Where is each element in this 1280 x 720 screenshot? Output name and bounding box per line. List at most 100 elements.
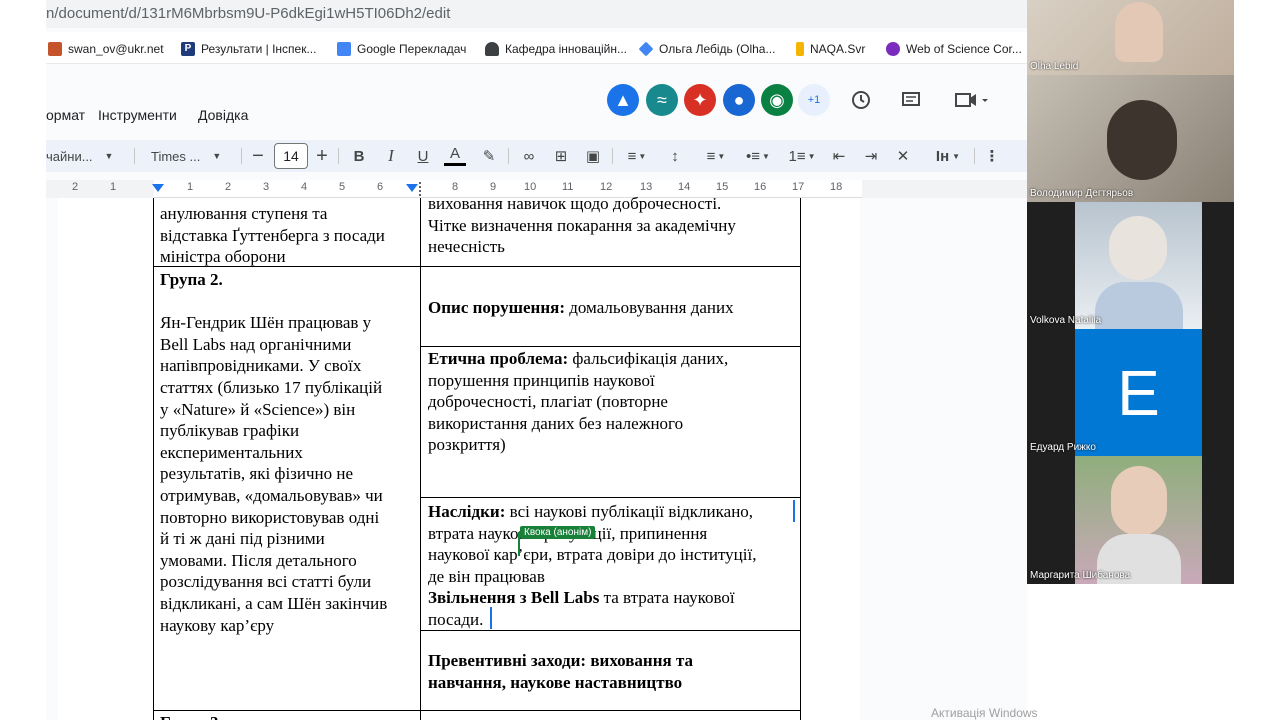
bookmark-1[interactable]: swan_ov@ukr.net xyxy=(48,40,164,58)
clear-formatting-icon[interactable]: ✕ xyxy=(892,144,914,168)
decrease-font-size-button[interactable]: − xyxy=(248,144,268,168)
dismissal-label: Звільнення з Bell Labs xyxy=(428,588,600,608)
text-line: відставка Ґуттенберга з посади xyxy=(160,225,385,245)
bookmark-3[interactable]: Google Перекладач xyxy=(337,40,466,58)
bold-button[interactable]: B xyxy=(348,144,370,168)
crow-icon[interactable]: ✦ xyxy=(684,84,716,116)
comment-icon[interactable] xyxy=(897,86,925,114)
bookmark-label: Web of Science Cor... xyxy=(906,42,1022,56)
penguin-icon[interactable]: ▲ xyxy=(607,84,639,116)
highlight-icon[interactable]: ✎ xyxy=(478,144,500,168)
address-bar[interactable]: n/document/d/131rM6Mbrbsm9U-P6dkEgi1wH5T… xyxy=(46,0,1027,28)
meet-icon[interactable] xyxy=(952,86,992,114)
more-options-icon[interactable]: ⋮ xyxy=(982,144,1002,168)
ruler-number: 9 xyxy=(490,181,497,193)
text-line: міністра оборони xyxy=(160,247,286,267)
text-line: виховання навичок щодо доброчесності. xyxy=(428,194,722,213)
document-canvas[interactable]: анулювання ступеня та відставка Ґуттенбе… xyxy=(46,194,1027,720)
history-icon[interactable] xyxy=(847,86,875,114)
more-collaborators-badge[interactable]: +1 xyxy=(798,84,830,116)
bookmark-7[interactable]: Web of Science Cor... xyxy=(886,40,1022,58)
table-cell-group-2[interactable]: Група 2. Ян-Гендрик Шён працював у Bell … xyxy=(160,269,387,636)
align-icon[interactable]: ≡ ▼ xyxy=(622,144,652,168)
chevron-down-icon: ▼ xyxy=(952,151,961,161)
table-cell-preventive[interactable]: Превентивні заходи: виховання та навчанн… xyxy=(428,650,693,693)
participant-tile-3[interactable]: Volkova Nataliia xyxy=(1027,202,1234,329)
collaborator-cursor-label: Квока (анонім) xyxy=(520,526,596,539)
bookmark-4[interactable]: Кафедра інноваційн... xyxy=(485,40,627,58)
ruler-number: 14 xyxy=(678,181,691,193)
document-page[interactable]: анулювання ступеня та відставка Ґуттенбе… xyxy=(58,194,860,720)
font-size-input[interactable]: 14 xyxy=(274,143,308,169)
style-select[interactable]: чайни... ▼ xyxy=(46,144,122,168)
text-color-button[interactable]: A xyxy=(444,144,466,166)
ruler-number: 10 xyxy=(524,181,537,193)
shield-icon xyxy=(485,42,499,56)
increase-indent-icon[interactable]: ⇥ xyxy=(860,144,882,168)
ruler-number: 11 xyxy=(562,181,574,193)
bookmarks-bar: swan_ov@ukr.net P Результати | Інспек...… xyxy=(46,32,1027,64)
participant-face xyxy=(1111,466,1167,536)
table-cell-ethics[interactable]: Етична проблема: фальсифікація даних, по… xyxy=(428,348,728,456)
ruler-number: 13 xyxy=(640,181,653,193)
table-cell[interactable]: виховання навичок щодо доброчесності. Чі… xyxy=(428,193,736,258)
mail-icon xyxy=(48,42,62,56)
table-cell[interactable]: анулювання ступеня та відставка Ґуттенбе… xyxy=(160,203,385,268)
ruler-number: 18 xyxy=(830,181,843,193)
underline-button[interactable]: U xyxy=(412,144,434,168)
ruler-margin xyxy=(862,180,1027,198)
numbered-list-icon[interactable]: 1≡ ▼ xyxy=(784,144,820,168)
divider xyxy=(612,148,613,164)
font-select[interactable]: Times ... ▼ xyxy=(151,144,231,168)
ruler-number: 2 xyxy=(225,181,232,193)
increase-font-size-button[interactable]: + xyxy=(312,144,332,168)
bookmark-2[interactable]: P Результати | Інспек... xyxy=(181,40,316,58)
italic-button[interactable]: I xyxy=(380,144,402,168)
table-cell-group-3[interactable]: Група 3. xyxy=(160,712,223,720)
collaborator-cursor xyxy=(793,500,795,522)
text-line: експериментальних xyxy=(160,442,303,462)
text-line: нечесність xyxy=(428,237,505,257)
menu-tools[interactable]: Інструменти xyxy=(98,107,177,123)
participant-tile-1[interactable]: Olha Lebid xyxy=(1027,0,1234,75)
right-indent-marker[interactable] xyxy=(406,184,418,192)
bookmark-5[interactable]: Ольга Лебідь (Olha... xyxy=(638,40,775,58)
checklist-icon[interactable]: ≡ ▼ xyxy=(698,144,734,168)
menu-format[interactable]: ормат xyxy=(46,107,85,123)
add-comment-icon[interactable]: ⊞ xyxy=(550,144,572,168)
bear-icon[interactable]: ◉ xyxy=(761,84,793,116)
formatting-toolbar: чайни... ▼ Times ... ▼ − 14 + B I U A ✎ … xyxy=(46,140,1027,172)
bookmark-label: swan_ov@ukr.net xyxy=(68,42,164,56)
ruler-number: 17 xyxy=(792,181,805,193)
participant-video xyxy=(1107,100,1177,180)
table-cell-description[interactable]: Опис порушення: домальовування даних xyxy=(428,297,734,319)
menu-help[interactable]: Довідка xyxy=(198,107,248,123)
text-line: наукової кар’єри, втрата довіри до інсти… xyxy=(428,545,757,565)
text-case-button[interactable]: Ін ▼ xyxy=(930,144,966,168)
ruler-number: 6 xyxy=(377,181,384,193)
divider xyxy=(974,148,975,164)
platypus-icon[interactable]: ≈ xyxy=(646,84,678,116)
link-icon[interactable]: ∞ xyxy=(518,144,540,168)
column-divider-marker[interactable] xyxy=(419,182,421,196)
line-spacing-icon[interactable]: ↕ xyxy=(664,144,686,168)
divider xyxy=(508,148,509,164)
ruler-number: 1 xyxy=(187,181,194,193)
ruler-number: 1 xyxy=(110,181,117,193)
table-border xyxy=(800,198,801,720)
insert-image-icon[interactable]: ▣ xyxy=(582,144,604,168)
participant-tile-2[interactable]: Володимир Дегтярьов xyxy=(1027,75,1234,202)
chevron-down-icon: ▼ xyxy=(104,151,114,161)
decrease-indent-icon[interactable]: ⇤ xyxy=(828,144,850,168)
table-cell-consequences[interactable]: Наслідки: всі наукові публікації відклик… xyxy=(428,501,756,631)
bulleted-list-icon[interactable]: •≡ ▼ xyxy=(740,144,776,168)
participant-name: Едуард Рижко xyxy=(1030,442,1096,453)
participant-tile-5[interactable]: Маргарита Шибанова xyxy=(1027,456,1234,584)
ruler-number: 16 xyxy=(754,181,767,193)
font-label: Times ... xyxy=(151,148,201,164)
screen-margin-left xyxy=(0,0,46,720)
participant-tile-4[interactable]: E Едуард Рижко xyxy=(1027,329,1234,456)
url-text[interactable]: n/document/d/131rM6Mbrbsm9U-P6dkEgi1wH5T… xyxy=(46,5,450,22)
cat-icon[interactable]: ● xyxy=(723,84,755,116)
bookmark-6[interactable]: NAQA.Svr xyxy=(796,40,865,58)
